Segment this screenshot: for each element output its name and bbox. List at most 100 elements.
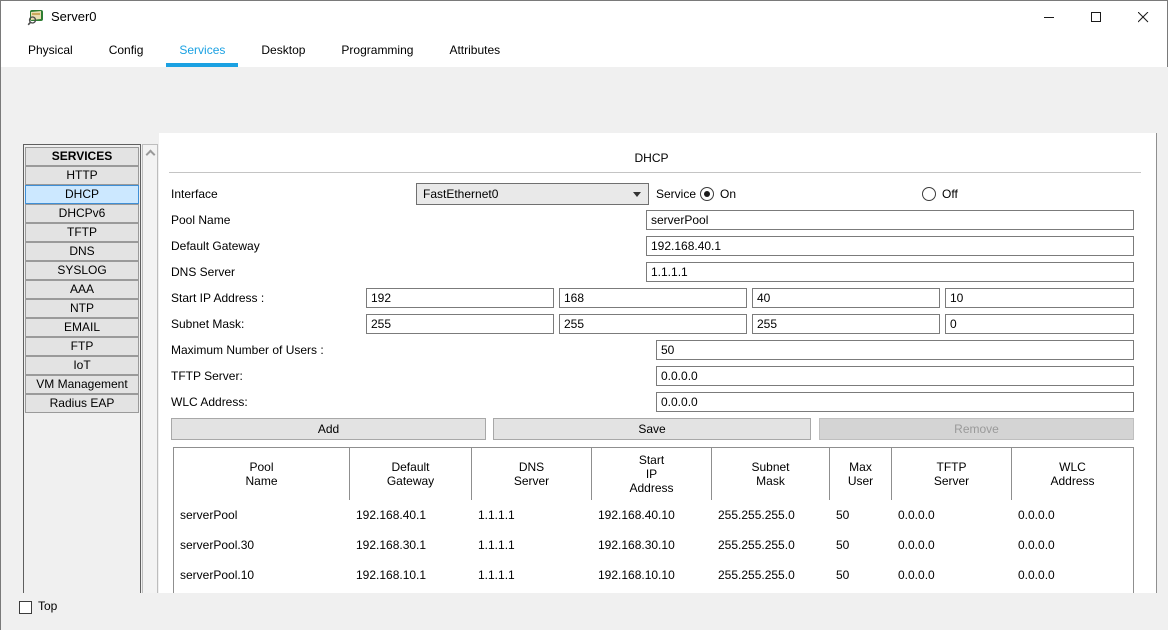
max-users-input[interactable] xyxy=(656,340,1134,360)
table-cell: 255.255.255.0 xyxy=(712,500,830,530)
subnet-mask-octet-1[interactable] xyxy=(366,314,554,334)
service-label: Service xyxy=(656,183,696,205)
subnet-mask-octet-2[interactable] xyxy=(559,314,747,334)
subnet-mask-octet-3[interactable] xyxy=(752,314,940,334)
dhcp-heading: DHCP xyxy=(169,151,1134,165)
wlc-address-input[interactable] xyxy=(656,392,1134,412)
table-cell: 0.0.0.0 xyxy=(1012,530,1133,560)
add-button[interactable]: Add xyxy=(171,418,486,440)
save-button[interactable]: Save xyxy=(493,418,811,440)
max-users-label: Maximum Number of Users : xyxy=(171,340,324,360)
pool-name-input[interactable] xyxy=(646,210,1134,230)
tab-config[interactable]: Config xyxy=(96,37,157,67)
table-header-tftp-server: TFTP Server xyxy=(892,448,1012,500)
table-header-default-gateway: Default Gateway xyxy=(350,448,472,500)
sidebar-item-http[interactable]: HTTP xyxy=(25,166,139,185)
table-header-pool-name: Pool Name xyxy=(174,448,350,500)
table-cell: 1.1.1.1 xyxy=(472,530,592,560)
footer-bar: Top xyxy=(1,593,1168,630)
server-device-icon xyxy=(27,8,45,26)
table-row[interactable]: serverPool.30192.168.30.11.1.1.1192.168.… xyxy=(174,530,1133,560)
tftp-server-label: TFTP Server: xyxy=(171,366,243,386)
sidebar-item-dns[interactable]: DNS xyxy=(25,242,139,261)
close-icon xyxy=(1138,12,1149,23)
table-header-wlc-address: WLC Address xyxy=(1012,448,1133,500)
table-cell: 1.1.1.1 xyxy=(472,560,592,590)
table-cell: serverPool.10 xyxy=(174,560,350,590)
table-row[interactable]: serverPool.10192.168.10.11.1.1.1192.168.… xyxy=(174,560,1133,590)
table-cell: serverPool.30 xyxy=(174,530,350,560)
table-cell: 1.1.1.1 xyxy=(472,500,592,530)
tftp-server-input[interactable] xyxy=(656,366,1134,386)
maximize-button[interactable] xyxy=(1073,1,1119,33)
table-cell: 0.0.0.0 xyxy=(892,530,1012,560)
services-page: SERVICESHTTPDHCPDHCPv6TFTPDNSSYSLOGAAANT… xyxy=(1,67,1168,593)
interface-label: Interface xyxy=(171,183,218,205)
default-gateway-input[interactable] xyxy=(646,236,1134,256)
table-cell: serverPool xyxy=(174,500,350,530)
remove-button: Remove xyxy=(819,418,1134,440)
sidebar-item-dhcpv6[interactable]: DHCPv6 xyxy=(25,204,139,223)
tab-bar: Physical Config Services Desktop Programming… xyxy=(1,33,1167,67)
tab-physical[interactable]: Physical xyxy=(15,37,86,67)
table-cell: 255.255.255.0 xyxy=(712,560,830,590)
wlc-address-label: WLC Address: xyxy=(171,392,248,412)
sidebar-item-dhcp[interactable]: DHCP xyxy=(25,185,139,204)
sidebar-item-services: SERVICES xyxy=(25,147,139,166)
table-cell: 0.0.0.0 xyxy=(892,560,1012,590)
table-cell: 192.168.10.1 xyxy=(350,560,472,590)
table-cell: 50 xyxy=(830,500,892,530)
sidebar-item-vm-management[interactable]: VM Management xyxy=(25,375,139,394)
table-cell: 192.168.30.10 xyxy=(592,530,712,560)
minimize-button[interactable] xyxy=(1026,1,1072,33)
table-header-max-user: Max User xyxy=(830,448,892,500)
sidebar-item-ftp[interactable]: FTP xyxy=(25,337,139,356)
service-off-label: Off xyxy=(942,183,958,205)
pool-name-label: Pool Name xyxy=(171,210,230,230)
table-cell: 0.0.0.0 xyxy=(1012,500,1133,530)
sidebar-item-syslog[interactable]: SYSLOG xyxy=(25,261,139,280)
sidebar-item-ntp[interactable]: NTP xyxy=(25,299,139,318)
table-cell: 192.168.40.1 xyxy=(350,500,472,530)
sidebar-item-iot[interactable]: IoT xyxy=(25,356,139,375)
sidebar-scrollbar[interactable] xyxy=(142,144,158,630)
services-sidebar: SERVICESHTTPDHCPDHCPv6TFTPDNSSYSLOGAAANT… xyxy=(23,144,141,630)
table-cell: 192.168.10.10 xyxy=(592,560,712,590)
subnet-mask-label: Subnet Mask: xyxy=(171,314,244,334)
tab-services[interactable]: Services xyxy=(166,37,238,67)
start-ip-octet-4[interactable] xyxy=(945,288,1134,308)
table-cell: 0.0.0.0 xyxy=(892,500,1012,530)
subnet-mask-octet-4[interactable] xyxy=(945,314,1134,334)
sidebar-item-aaa[interactable]: AAA xyxy=(25,280,139,299)
sidebar-item-tftp[interactable]: TFTP xyxy=(25,223,139,242)
close-button[interactable] xyxy=(1120,1,1166,33)
start-ip-octet-1[interactable] xyxy=(366,288,554,308)
scroll-up-icon[interactable] xyxy=(146,150,156,160)
maximize-icon xyxy=(1091,12,1102,23)
dns-server-input[interactable] xyxy=(646,262,1134,282)
table-cell: 50 xyxy=(830,530,892,560)
tab-attributes[interactable]: Attributes xyxy=(436,37,513,67)
start-ip-octet-2[interactable] xyxy=(559,288,747,308)
server-window: Server0 Physical Config Services Desktop Pro… xyxy=(0,0,1168,630)
top-checkbox-label: Top xyxy=(38,599,57,613)
service-off-radio[interactable] xyxy=(922,187,936,201)
start-ip-label: Start IP Address : xyxy=(171,288,264,308)
start-ip-octet-3[interactable] xyxy=(752,288,940,308)
dhcp-table-header: Pool NameDefault GatewayDNS ServerStart … xyxy=(174,448,1133,500)
sidebar-item-email[interactable]: EMAIL xyxy=(25,318,139,337)
table-cell: 0.0.0.0 xyxy=(1012,560,1133,590)
window-title: Server0 xyxy=(51,1,97,33)
top-checkbox[interactable] xyxy=(19,601,32,614)
table-header-subnet-mask: Subnet Mask xyxy=(712,448,830,500)
tab-desktop[interactable]: Desktop xyxy=(248,37,318,67)
table-cell: 192.168.40.10 xyxy=(592,500,712,530)
tab-programming[interactable]: Programming xyxy=(328,37,426,67)
interface-dropdown[interactable]: FastEthernet0 xyxy=(416,183,649,205)
table-cell: 192.168.30.1 xyxy=(350,530,472,560)
chevron-down-icon xyxy=(633,192,641,197)
table-row[interactable]: serverPool192.168.40.11.1.1.1192.168.40.… xyxy=(174,500,1133,530)
service-on-radio[interactable] xyxy=(700,187,714,201)
default-gateway-label: Default Gateway xyxy=(171,236,260,256)
sidebar-item-radius-eap[interactable]: Radius EAP xyxy=(25,394,139,413)
